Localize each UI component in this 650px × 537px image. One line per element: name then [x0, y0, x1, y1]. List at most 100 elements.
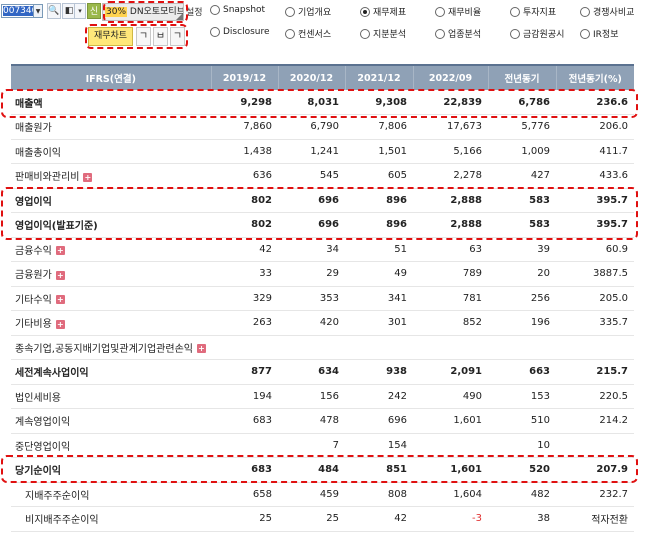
- toolbar: 007340 ▼ 🔍 ◧ ▾ 신 30% DN오토모티브 설정 재무차트 ㄱ ㅂ…: [0, 0, 650, 52]
- value-cell: 6,790: [278, 114, 345, 140]
- row-label: 기타수익: [15, 294, 52, 306]
- expand-plus-icon[interactable]: +: [83, 172, 93, 182]
- tab-financial-ratios[interactable]: 재무비율: [435, 5, 481, 18]
- stock-code-input[interactable]: 007340: [1, 4, 34, 18]
- value-cell: 2,888: [413, 212, 488, 238]
- table-row: 영업이익 802 696 896 2,888 583 395.7: [11, 187, 634, 213]
- tab-consensus[interactable]: 컨센서스: [285, 27, 331, 40]
- value-cell: 520: [488, 457, 556, 483]
- radio-icon: [580, 6, 590, 17]
- value-cell: 42: [345, 506, 413, 532]
- radio-icon: [360, 28, 370, 39]
- value-cell: 683: [211, 408, 278, 434]
- value-cell: 353: [278, 286, 345, 311]
- value-cell: 1,601: [413, 457, 488, 483]
- row-label-cell: 영업이익: [11, 187, 211, 213]
- value-cell: 2,278: [413, 163, 488, 189]
- value-cell: 156: [278, 384, 345, 409]
- chevron-down-icon[interactable]: ▼: [34, 4, 43, 18]
- value-cell: 2,091: [413, 359, 488, 385]
- table-row: 세전계속사업이익 877 634 938 2,091 663 215.7: [11, 359, 634, 385]
- row-label: 법인세비용: [15, 392, 61, 404]
- expand-plus-icon[interactable]: +: [55, 270, 65, 280]
- value-cell: 220.5: [556, 384, 634, 409]
- value-cell: 7,860: [211, 114, 278, 140]
- value-cell: 263: [211, 310, 278, 336]
- bracket-icon[interactable]: ㄱ: [136, 27, 151, 46]
- value-cell: [211, 433, 278, 458]
- value-cell: 8,031: [278, 90, 345, 115]
- row-label: 세전계속사업이익: [15, 368, 89, 380]
- value-cell: 852: [413, 310, 488, 336]
- table-row: 계속영업이익 683 478 696 1,601 510 214.2: [11, 408, 634, 434]
- tab-industry-analysis[interactable]: 업종분석: [435, 27, 481, 40]
- tab-financial-statements[interactable]: 재무제표: [360, 5, 406, 18]
- table-row: 법인세비용 194 156 242 490 153 220.5: [11, 384, 634, 409]
- expand-plus-icon[interactable]: +: [55, 295, 65, 305]
- tab-shareholding-analysis[interactable]: 지분분석: [360, 27, 406, 40]
- row-label-cell: 금융원가 +: [11, 261, 211, 287]
- search-icon[interactable]: 🔍: [47, 3, 61, 19]
- value-cell: 22,839: [413, 90, 488, 115]
- expand-plus-icon[interactable]: +: [55, 319, 65, 329]
- radio-icon: [510, 6, 520, 17]
- value-cell: [556, 335, 634, 360]
- value-cell: 215.7: [556, 359, 634, 385]
- row-label-cell: 영업이익(발표기준): [11, 212, 211, 238]
- stock-name-field[interactable]: 30% DN오토모티브: [102, 3, 184, 21]
- value-cell: 60.9: [556, 237, 634, 262]
- radio-icon: [510, 28, 520, 39]
- value-cell: 34: [278, 237, 345, 262]
- chevron-down-icon[interactable]: ▾: [74, 3, 86, 19]
- value-cell: 341: [345, 286, 413, 311]
- row-label: 기타비용: [15, 319, 52, 331]
- expand-plus-icon[interactable]: +: [196, 344, 206, 354]
- financial-chart-button[interactable]: 재무차트: [88, 27, 133, 46]
- bracket-icon[interactable]: ㄱ: [170, 27, 185, 46]
- value-cell: 329: [211, 286, 278, 311]
- tab-investment-indicators[interactable]: 투자지표: [510, 5, 556, 18]
- table-row: 중단영업이익 7 154 10: [11, 433, 634, 458]
- value-cell: 5,166: [413, 139, 488, 164]
- row-label-cell: 금융수익 +: [11, 237, 211, 262]
- value-cell: 420: [278, 310, 345, 336]
- value-cell: 696: [345, 408, 413, 434]
- value-cell: 808: [345, 482, 413, 507]
- new-button[interactable]: 신: [87, 3, 101, 19]
- expand-plus-icon[interactable]: +: [55, 246, 65, 256]
- radio-icon: [210, 5, 220, 15]
- row-label: 금융수익: [15, 245, 52, 257]
- row-label-cell: 지배주주순이익: [11, 482, 211, 507]
- table-row: 매출총이익 1,438 1,241 1,501 5,166 1,009 411.7: [11, 139, 634, 164]
- table-icon[interactable]: ㅂ: [153, 27, 168, 46]
- table-row: 금융원가 +33 29 49 789 20 3887.5: [11, 261, 634, 287]
- table-header-row: IFRS(연결) 2019/12 2020/12 2021/12 2022/09…: [11, 64, 634, 90]
- row-label-cell: 세전계속사업이익: [11, 359, 211, 385]
- tab-disclosure[interactable]: Disclosure: [210, 27, 270, 37]
- value-cell: 2,888: [413, 187, 488, 213]
- value-cell: 6,786: [488, 90, 556, 115]
- row-label: 비지배주주순이익: [25, 515, 99, 527]
- value-cell: 5,776: [488, 114, 556, 140]
- tab-ir-info[interactable]: IR정보: [580, 27, 618, 40]
- tab-competitor-comparison[interactable]: 경쟁사비교: [580, 5, 634, 18]
- resize-corner-icon: [176, 13, 183, 20]
- value-cell: 1,601: [413, 408, 488, 434]
- value-cell: [556, 433, 634, 458]
- tab-snapshot[interactable]: Snapshot: [210, 5, 265, 15]
- value-cell: 33: [211, 261, 278, 287]
- row-label: 매출원가: [15, 123, 52, 135]
- value-cell: 696: [278, 212, 345, 238]
- value-cell: 696: [278, 187, 345, 213]
- tab-fss-disclosure[interactable]: 금감원공시: [510, 27, 564, 40]
- value-cell: 411.7: [556, 139, 634, 164]
- table-row: 기타비용 +263 420 301 852 196 335.7: [11, 310, 634, 336]
- setting-label[interactable]: 설정: [186, 5, 203, 18]
- value-cell: 20: [488, 261, 556, 287]
- tab-company-overview[interactable]: 기업개요: [285, 5, 331, 18]
- value-cell: 634: [278, 359, 345, 385]
- row-label: 매출총이익: [15, 147, 61, 159]
- table-row: 비지배주주순이익 25 25 42 -3 38 적자전환: [11, 506, 634, 532]
- value-cell: 605: [345, 163, 413, 189]
- value-cell: 335.7: [556, 310, 634, 336]
